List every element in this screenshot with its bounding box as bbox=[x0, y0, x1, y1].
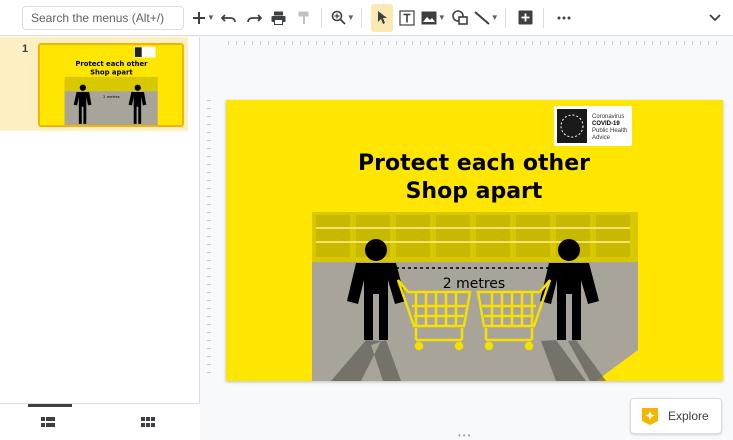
new-comment-button[interactable] bbox=[515, 4, 537, 32]
distance-label: 2 metres bbox=[443, 276, 505, 292]
covid-logo: Coronavirus COVID-19 Public Health Advic… bbox=[554, 106, 632, 146]
explore-icon bbox=[642, 408, 658, 425]
line-icon bbox=[474, 10, 490, 25]
textbox-tool-button[interactable] bbox=[396, 4, 418, 32]
filmstrip-slide-1[interactable]: 1 Protect each other Shop apart 2 metres bbox=[0, 37, 188, 131]
slide-content: Coronavirus COVID-19 Public Health Advic… bbox=[226, 100, 723, 381]
image-tool-button[interactable]: ▼ bbox=[421, 4, 446, 32]
toolbar-divider bbox=[360, 7, 362, 28]
zoom-button[interactable]: ▼ bbox=[331, 4, 355, 32]
redo-button[interactable] bbox=[243, 4, 265, 32]
add-icon bbox=[193, 11, 205, 24]
vertical-ruler[interactable] bbox=[204, 100, 214, 380]
slide-thumbnail-image: Protect each other Shop apart 2 metres bbox=[40, 45, 182, 125]
grid-view-icon bbox=[141, 416, 155, 427]
toolbar-divider bbox=[320, 7, 322, 28]
caret-down-icon: ▼ bbox=[207, 13, 215, 22]
active-view-indicator bbox=[28, 404, 72, 407]
image-icon bbox=[421, 11, 437, 24]
print-icon bbox=[271, 11, 286, 25]
search-menus-input[interactable] bbox=[22, 5, 184, 30]
more-options-button[interactable] bbox=[553, 4, 575, 32]
collapse-toolbar-button[interactable] bbox=[709, 9, 721, 27]
undo-icon bbox=[220, 13, 236, 22]
logo-line-2: COVID-19 bbox=[592, 121, 620, 127]
logo-line-4: Advice bbox=[592, 135, 611, 141]
select-tool-button[interactable] bbox=[370, 3, 393, 32]
shape-tool-button[interactable] bbox=[449, 4, 471, 32]
slide-thumbnail[interactable]: Protect each other Shop apart 2 metres bbox=[38, 43, 184, 127]
filmstrip-view-button[interactable] bbox=[37, 412, 59, 432]
thumb-title-2: Shop apart bbox=[90, 68, 133, 76]
list-view-icon bbox=[41, 416, 55, 427]
explore-label: Explore bbox=[668, 409, 709, 423]
toolbar-divider bbox=[542, 7, 544, 28]
horizontal-ruler[interactable] bbox=[228, 37, 723, 49]
print-button[interactable] bbox=[268, 4, 290, 32]
caret-down-icon: ▼ bbox=[437, 13, 446, 22]
slide-title-line-1: Protect each other bbox=[358, 151, 590, 176]
paint-format-button[interactable] bbox=[293, 4, 315, 32]
chevron-down-icon bbox=[709, 14, 721, 22]
new-slide-button[interactable]: ▼ bbox=[192, 4, 215, 32]
undo-button[interactable] bbox=[218, 4, 240, 32]
slide-number: 1 bbox=[22, 43, 29, 55]
logo-line-3: Public Health bbox=[592, 128, 627, 134]
slide-title-line-2: Shop apart bbox=[406, 179, 543, 204]
paint-format-icon bbox=[298, 11, 309, 24]
toolbar: ▼ ▼ ▼ bbox=[0, 0, 733, 36]
line-tool-button[interactable]: ▼ bbox=[474, 4, 499, 32]
thumb-distance-label: 2 metres bbox=[103, 95, 120, 99]
grid-view-button[interactable] bbox=[137, 412, 159, 432]
filmstrip-view-bar bbox=[0, 403, 200, 440]
logo-line-1: Coronavirus bbox=[592, 114, 624, 120]
shape-icon bbox=[451, 10, 468, 25]
toolbar-divider bbox=[504, 7, 506, 28]
more-icon bbox=[557, 16, 571, 19]
caret-down-icon: ▼ bbox=[490, 13, 499, 22]
filmstrip-panel: 1 Protect each other Shop apart 2 metres bbox=[0, 37, 200, 440]
explore-button[interactable]: Explore bbox=[630, 398, 722, 434]
redo-icon bbox=[247, 13, 262, 22]
select-icon bbox=[377, 11, 387, 24]
zoom-icon bbox=[331, 10, 346, 25]
slide-canvas[interactable]: Coronavirus COVID-19 Public Health Advic… bbox=[226, 100, 723, 381]
textbox-icon bbox=[399, 9, 415, 26]
notes-resize-handle[interactable]: ••• bbox=[458, 431, 472, 440]
caret-down-icon: ▼ bbox=[346, 13, 355, 22]
thumb-title-1: Protect each other bbox=[75, 60, 148, 68]
comment-add-icon bbox=[518, 10, 533, 25]
